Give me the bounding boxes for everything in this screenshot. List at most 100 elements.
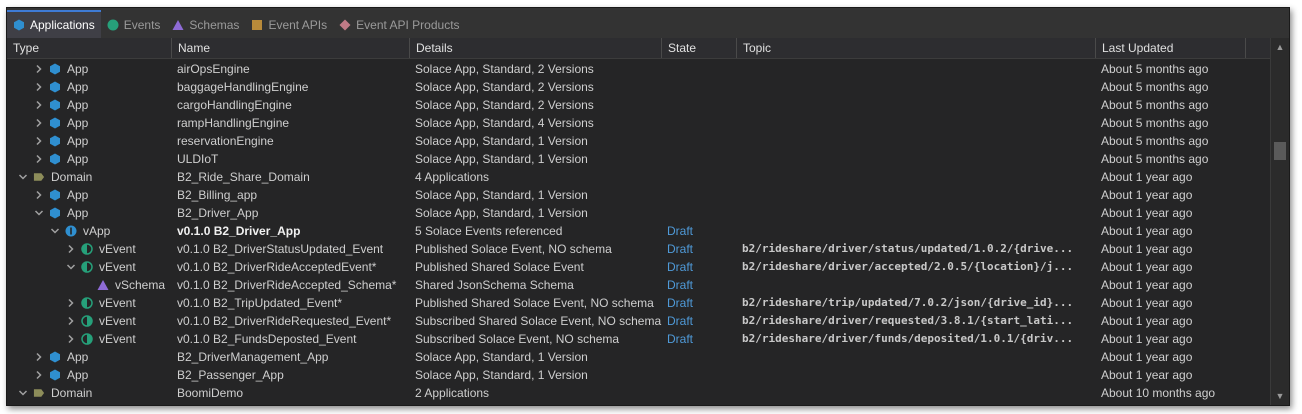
row-topic — [742, 204, 1100, 222]
row-state — [667, 114, 737, 132]
tree-table: App airOpsEngine Solace App, Standard, 2 V… — [7, 60, 1271, 405]
row-last-updated: About 1 year ago — [1101, 170, 1193, 184]
tab-applications[interactable]: Applications — [7, 10, 101, 38]
row-topic: b2/rideshare/driver/accepted/2.0.5/{loca… — [742, 260, 1074, 273]
column-header-type[interactable]: Type — [7, 38, 172, 58]
row-name: v0.1.0 B2_TripUpdated_Event* — [177, 296, 342, 310]
chevron-right-icon[interactable] — [33, 114, 45, 132]
table-row[interactable]: App ULDIoT Solace App, Standard, 1 Version… — [7, 150, 1271, 168]
row-details: 2 Applications — [415, 386, 490, 400]
type-cell: App — [7, 78, 167, 96]
table-row[interactable]: Domain BoomiDemo 2 Applications About 10 mo… — [7, 384, 1271, 402]
row-state[interactable]: Draft — [667, 222, 737, 240]
domain-tag-icon — [33, 387, 45, 399]
chevron-down-icon[interactable] — [17, 384, 29, 402]
chevron-right-icon[interactable] — [65, 294, 77, 312]
table-row[interactable]: App B2_Passenger_App Solace App, Standard,… — [7, 366, 1271, 384]
chevron-right-icon[interactable] — [65, 312, 77, 330]
tab-events[interactable]: Events — [101, 11, 167, 38]
chevron-right-icon[interactable] — [33, 96, 45, 114]
row-type-label: App — [67, 152, 89, 166]
row-name: BoomiDemo — [177, 386, 244, 400]
row-topic: b2/rideshare/driver/funds/deposited/1.0.… — [742, 332, 1074, 345]
table-row[interactable]: App baggageHandlingEngine Solace App, Stan… — [7, 78, 1271, 96]
table-row[interactable]: vSchema v0.1.0 B2_DriverRideAccepted_Sche… — [7, 276, 1271, 294]
row-details: Solace App, Standard, 1 Version — [415, 134, 588, 148]
row-last-updated: About 5 months ago — [1101, 134, 1209, 148]
chevron-right-icon[interactable] — [33, 60, 45, 78]
row-last-updated: About 1 year ago — [1101, 188, 1193, 202]
row-details: Published Shared Solace Event, NO schema — [415, 296, 654, 310]
row-details: Solace App, Standard, 1 Version — [415, 350, 588, 364]
row-state — [667, 366, 737, 384]
scroll-up-arrow-icon[interactable]: ▲ — [1271, 40, 1289, 54]
table-row[interactable]: App cargoHandlingEngine Solace App, Standa… — [7, 96, 1271, 114]
scroll-down-arrow-icon[interactable]: ▼ — [1271, 389, 1289, 403]
table-row[interactable]: App B2_Billing_app Solace App, Standard, 1… — [7, 186, 1271, 204]
row-state[interactable]: Draft — [667, 312, 737, 330]
hexagon-app-icon — [49, 99, 61, 111]
chevron-down-icon[interactable] — [49, 222, 61, 240]
type-cell: vEvent — [7, 294, 167, 312]
table-row[interactable]: vEvent v0.1.0 B2_DriverRideAcceptedEvent*… — [7, 258, 1271, 276]
chevron-right-icon[interactable] — [33, 150, 45, 168]
hexagon-app-icon — [49, 135, 61, 147]
table-row[interactable]: vEvent v0.1.0 B2_DriverStatusUpdated_Even… — [7, 240, 1271, 258]
chevron-right-icon[interactable] — [33, 366, 45, 384]
row-state[interactable]: Draft — [667, 294, 737, 312]
square-gold-icon — [251, 19, 263, 31]
row-type-label: vEvent — [99, 260, 136, 274]
chevron-down-icon[interactable] — [17, 168, 29, 186]
chevron-down-icon[interactable] — [65, 258, 77, 276]
table-row[interactable]: vApp v0.1.0 B2_Driver_App 5 Solace Events … — [7, 222, 1271, 240]
vertical-scrollbar[interactable]: ▲ ▼ — [1270, 38, 1289, 405]
table-row[interactable]: Domain B2_Ride_Share_Domain 4 Applications… — [7, 168, 1271, 186]
tab-event-apis[interactable]: Event APIs — [245, 11, 333, 38]
tab-label: Event APIs — [268, 17, 328, 32]
hexagon-app-icon — [49, 207, 61, 219]
table-row[interactable]: App B2_DriverManagement_App Solace App, St… — [7, 348, 1271, 366]
row-details: Solace App, Standard, 1 Version — [415, 188, 588, 202]
column-header-state[interactable]: State — [662, 38, 737, 58]
row-last-updated: About 10 months ago — [1101, 386, 1216, 400]
chevron-right-icon[interactable] — [33, 348, 45, 366]
row-state[interactable]: Draft — [667, 276, 737, 294]
published-event-icon — [81, 297, 93, 309]
table-row[interactable]: App airOpsEngine Solace App, Standard, 2 V… — [7, 60, 1271, 78]
column-header-name[interactable]: Name — [172, 38, 410, 58]
row-type-label: vSchema — [115, 278, 166, 292]
row-state[interactable]: Draft — [667, 240, 737, 258]
column-header-details[interactable]: Details — [410, 38, 662, 58]
hexagon-app-icon — [49, 117, 61, 129]
tab-schemas[interactable]: Schemas — [166, 11, 245, 38]
table-row[interactable]: App rampHandlingEngine Solace App, Standar… — [7, 114, 1271, 132]
row-state[interactable]: Draft — [667, 258, 737, 276]
chevron-right-icon[interactable] — [33, 78, 45, 96]
table-row[interactable]: vEvent v0.1.0 B2_FundsDeposted_Event Subsc… — [7, 330, 1271, 348]
column-header-topic[interactable]: Topic — [737, 38, 1096, 58]
table-row[interactable]: App reservationEngine Solace App, Standard… — [7, 132, 1271, 150]
scrollbar-thumb[interactable] — [1274, 142, 1286, 160]
hexagon-app-icon — [49, 369, 61, 381]
table-row[interactable]: App B2_Driver_App Solace App, Standard, 1 … — [7, 204, 1271, 222]
row-details: Solace App, Standard, 1 Version — [415, 206, 588, 220]
row-state[interactable]: Draft — [667, 330, 737, 348]
chevron-right-icon[interactable] — [33, 132, 45, 150]
type-cell: vEvent — [7, 312, 167, 330]
row-state — [667, 150, 737, 168]
schema-triangle-icon — [97, 279, 109, 291]
type-cell: Domain — [7, 168, 167, 186]
column-header-last-updated[interactable]: Last Updated — [1096, 38, 1246, 58]
type-cell: App — [7, 204, 167, 222]
published-event-icon — [81, 261, 93, 273]
chevron-down-icon[interactable] — [33, 204, 45, 222]
table-row[interactable]: vEvent v0.1.0 B2_TripUpdated_Event* Publis… — [7, 294, 1271, 312]
tab-event-api-products[interactable]: Event API Products — [333, 11, 465, 38]
type-cell: App — [7, 96, 167, 114]
chevron-right-icon[interactable] — [33, 186, 45, 204]
chevron-right-icon[interactable] — [65, 240, 77, 258]
row-details: Solace App, Standard, 2 Versions — [415, 62, 594, 76]
chevron-right-icon[interactable] — [65, 330, 77, 348]
table-row[interactable]: vEvent v0.1.0 B2_DriverRideRequested_Even… — [7, 312, 1271, 330]
row-topic: b2/rideshare/driver/requested/3.8.1/{sta… — [742, 314, 1074, 327]
